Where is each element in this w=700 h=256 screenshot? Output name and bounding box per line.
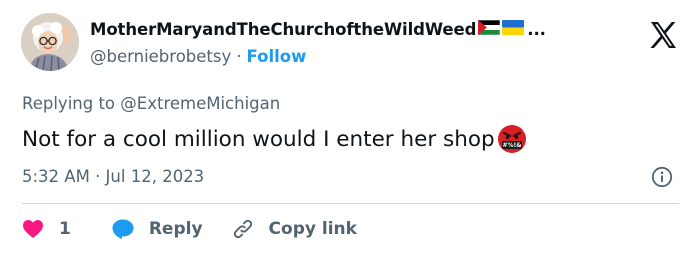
reply-mention-link[interactable]: @ExtremeMichigan (120, 94, 280, 113)
handle-row: @berniebrobetsy · Follow (90, 47, 306, 66)
action-bar: 1 Reply Copy link (22, 215, 357, 243)
author-handle[interactable]: @berniebrobetsy (90, 47, 231, 66)
link-icon (231, 217, 255, 241)
follow-button[interactable]: Follow (247, 47, 307, 66)
tweet-text: Not for a cool million would I enter her… (22, 124, 527, 154)
angry-cursing-face-icon: #%!& (497, 124, 527, 154)
reply-button[interactable]: Reply (111, 218, 203, 240)
x-logo-icon[interactable] (648, 20, 678, 50)
palestine-flag-icon (477, 19, 501, 39)
author-display-name[interactable]: MotherMaryandTheChurchoftheWildWeed (90, 20, 476, 39)
like-button[interactable]: 1 (22, 219, 71, 239)
avatar[interactable] (21, 13, 79, 71)
copy-link-button[interactable]: Copy link (231, 217, 357, 241)
name-truncation: ... (527, 20, 546, 39)
copy-link-label: Copy link (268, 219, 357, 239)
heart-icon (22, 219, 44, 239)
like-count: 1 (59, 219, 71, 239)
tweet-timestamp[interactable]: 5:32 AM · Jul 12, 2023 (22, 167, 204, 186)
reply-bubble-icon (111, 218, 135, 240)
info-icon[interactable] (651, 166, 673, 188)
reply-label: Reply (148, 219, 203, 239)
ukraine-flag-icon (502, 20, 525, 39)
author-name-row[interactable]: MotherMaryandTheChurchoftheWildWeed ... (90, 19, 546, 39)
tweet-body: Not for a cool million would I enter her… (22, 126, 495, 152)
svg-text:#%!&: #%!& (502, 142, 521, 149)
actions-divider (22, 203, 679, 204)
separator-dot: · (236, 47, 242, 66)
reply-context-prefix: Replying to (22, 94, 116, 113)
reply-context: Replying to @ExtremeMichigan (22, 94, 280, 113)
